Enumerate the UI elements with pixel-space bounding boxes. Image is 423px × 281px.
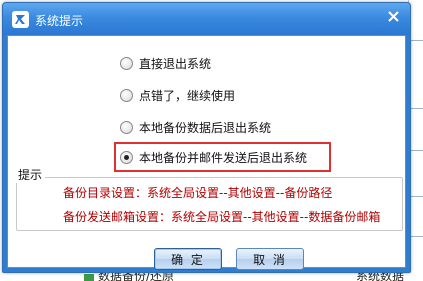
background-item-icon	[84, 274, 94, 281]
radio-button-selected[interactable]	[120, 150, 133, 164]
option-label: 本地备份数据后退出系统	[139, 120, 272, 135]
system-prompt-dialog: 系统提示 直接退出系统 点错了，继续使用 本地备份数据后退出系统 本地备份并邮件…	[2, 2, 411, 273]
dialog-titlebar[interactable]: 系统提示	[3, 3, 410, 35]
app-logo-icon	[12, 11, 29, 28]
dialog-content: 直接退出系统 点错了，继续使用 本地备份数据后退出系统 本地备份并邮件发送后退出…	[7, 35, 406, 270]
cancel-button[interactable]: 取 消	[236, 248, 304, 270]
tip-backup-directory: 备份目录设置：系统全局设置--其他设置--备份路径	[63, 186, 333, 200]
background-divider	[411, 150, 423, 151]
background-divider	[411, 236, 423, 237]
tips-legend: 提示	[15, 166, 46, 183]
background-divider	[411, 40, 423, 41]
close-icon	[387, 10, 399, 22]
dialog-title: 系统提示	[35, 14, 84, 28]
radio-button[interactable]	[120, 88, 133, 102]
option-backup-email-exit[interactable]: 本地备份并邮件发送后退出系统	[120, 148, 307, 166]
option-exit-directly[interactable]: 直接退出系统	[120, 54, 211, 72]
tip-backup-email: 备份发送邮箱设置：系统全局设置--其他设置--数据备份邮箱	[63, 210, 381, 224]
option-local-backup-exit[interactable]: 本地备份数据后退出系统	[120, 118, 271, 136]
option-continue-using[interactable]: 点错了，继续使用	[120, 86, 235, 104]
option-label: 点错了，继续使用	[139, 88, 236, 103]
option-label: 本地备份并邮件发送后退出系统	[139, 150, 308, 165]
radio-button[interactable]	[120, 120, 133, 134]
ok-button[interactable]: 确 定	[154, 248, 222, 270]
radio-button[interactable]	[120, 56, 133, 70]
background-divider	[411, 108, 423, 109]
option-label: 直接退出系统	[139, 56, 212, 71]
close-button[interactable]	[379, 5, 407, 27]
background-divider	[411, 196, 423, 197]
